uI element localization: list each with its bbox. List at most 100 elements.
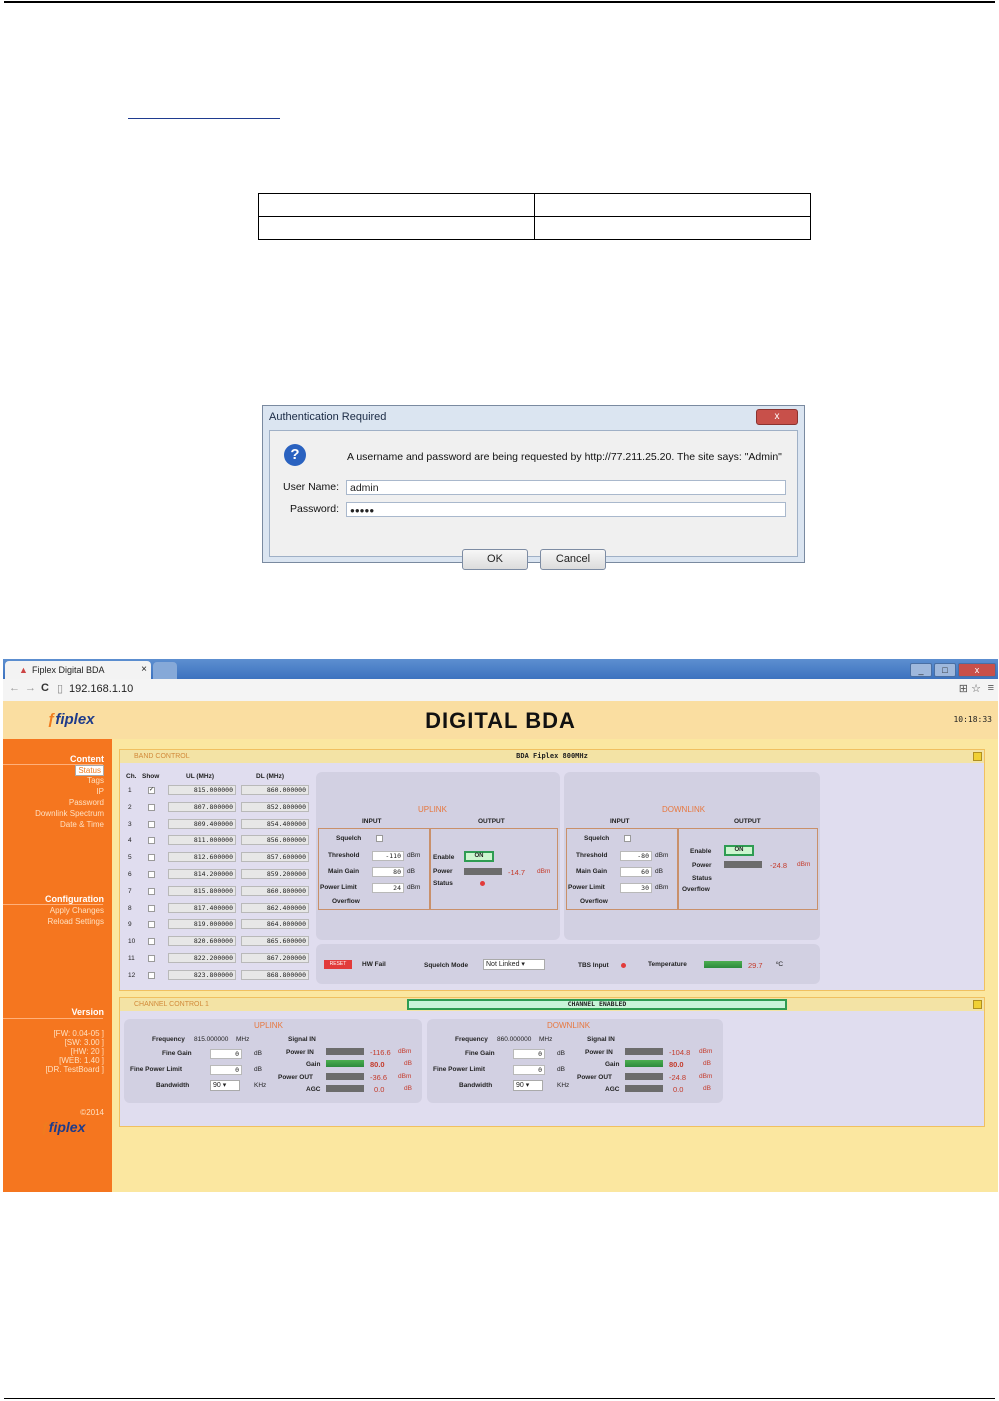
clock: 10:18:33 [953, 715, 992, 724]
translate-icon[interactable]: ⊞ [959, 682, 968, 695]
sidebar-item-reload-settings[interactable]: Reload Settings [48, 917, 104, 926]
squelch-mode-label: Squelch Mode [424, 962, 469, 969]
close-window-icon[interactable]: x [958, 663, 996, 677]
downlink-main-gain-unit: dB [655, 868, 663, 875]
channel-show-checkbox[interactable] [148, 955, 155, 962]
downlink-overflow-out-label: Overflow [682, 886, 710, 893]
reset-button[interactable]: RESET [324, 960, 352, 969]
reload-icon[interactable]: C [41, 682, 49, 694]
uplink-squelch-checkbox[interactable] [376, 835, 383, 842]
minimize-icon[interactable]: _ [910, 663, 932, 677]
channel-show-checkbox[interactable] [148, 921, 155, 929]
uplink-main-gain-input[interactable]: 80 [372, 867, 404, 877]
squelch-mode-select[interactable]: Not Linked ▾ [483, 959, 545, 970]
channel-show-checkbox[interactable] [148, 820, 155, 828]
username-field[interactable]: admin [346, 480, 786, 495]
sidebar-item-ip[interactable]: IP [96, 787, 104, 796]
channel-dl-freq[interactable]: 856.000000 [241, 835, 309, 846]
uplink-status-label: Status [433, 880, 453, 887]
dl-fine-power-limit-input[interactable]: 0 [513, 1065, 545, 1075]
channel-show-checkbox[interactable] [148, 938, 155, 946]
sidebar-item-downlink-spectrum[interactable]: Downlink Spectrum [35, 809, 104, 818]
channel-dl-freq[interactable]: 868.800000 [241, 969, 309, 980]
channel-show-checkbox[interactable] [148, 871, 155, 878]
ul-power-out-label: Power OUT [278, 1074, 314, 1081]
sidebar-item-password[interactable]: Password [69, 798, 104, 807]
channel-ul-freq[interactable]: 811.000000 [168, 835, 236, 846]
sidebar-item-date-time[interactable]: Date & Time [60, 820, 104, 829]
dl-bandwidth-select[interactable]: 90 ▾ [513, 1080, 543, 1091]
lock-icon[interactable] [973, 752, 982, 761]
sidebar-item-tags[interactable]: Tags [87, 776, 104, 785]
channel-ul-freq[interactable]: 809.400000 [168, 818, 236, 829]
ul-signal-in-label: Signal IN [288, 1036, 316, 1043]
channel-ul-freq[interactable]: 820.600000 [168, 936, 236, 947]
browser-tab[interactable]: ▲ Fiplex Digital BDA × [5, 661, 151, 679]
channel-row: 4 811.000000 856.000000 [120, 835, 316, 847]
channel-show-checkbox[interactable] [148, 904, 155, 912]
channel-dl-freq[interactable]: 860.800000 [241, 885, 309, 896]
sidebar-item-status[interactable]: Status [75, 765, 104, 776]
dialog-close-button[interactable]: x [756, 409, 798, 425]
channel-ul-freq[interactable]: 822.200000 [168, 953, 236, 963]
new-tab-button[interactable] [153, 662, 177, 679]
uplink-enable-button[interactable]: ON [464, 851, 494, 862]
ul-bandwidth-select[interactable]: 90 ▾ [210, 1080, 240, 1091]
downlink-main-gain-input[interactable]: 60 [620, 867, 652, 877]
uplink-threshold-input[interactable]: -110 [372, 851, 404, 861]
version-board: [DR. TestBoard ] [45, 1065, 104, 1074]
channel-dl-freq[interactable]: 860.000000 [241, 785, 309, 795]
channel-show-checkbox[interactable] [148, 854, 155, 862]
uplink-power-limit-input[interactable]: 24 [372, 883, 404, 893]
downlink-threshold-input[interactable]: -80 [620, 851, 652, 861]
band-control-title: BDA Fiplex 800MHz [516, 752, 588, 760]
channel-ul-freq[interactable]: 812.600000 [168, 852, 236, 863]
menu-icon[interactable]: ≡ [988, 682, 994, 694]
channel-dl-freq[interactable]: 854.400000 [241, 818, 309, 829]
forward-icon[interactable]: → [25, 682, 36, 694]
bda-page: ƒfiplex DIGITAL BDA 10:18:33 Content Sta… [3, 701, 998, 1192]
channel-dl-freq[interactable]: 852.800000 [241, 801, 309, 812]
channel-ul-freq[interactable]: 815.000000 [168, 785, 236, 795]
channel-ul-freq[interactable]: 814.200000 [168, 869, 236, 879]
channel-ul-freq[interactable]: 819.000000 [168, 919, 236, 930]
fiplex-logo-small: ƒfiplex [41, 1119, 86, 1135]
sidebar-item-apply-changes[interactable]: Apply Changes [50, 906, 104, 915]
channel-show-checkbox[interactable] [148, 803, 155, 811]
channel-ul-freq[interactable]: 823.800000 [168, 969, 236, 980]
dl-power-out-bar [625, 1073, 663, 1080]
dl-power-out-unit: dBm [699, 1073, 713, 1080]
channel-show-checkbox[interactable]: ✓ [148, 787, 155, 794]
lock-icon[interactable] [973, 1000, 982, 1009]
channel-dl-freq[interactable]: 864.000000 [241, 919, 309, 930]
channel-dl-freq[interactable]: 857.600000 [241, 852, 309, 863]
star-icon[interactable]: ☆ [971, 682, 981, 695]
downlink-squelch-checkbox[interactable] [624, 835, 631, 842]
downlink-power-limit-input[interactable]: 30 [620, 883, 652, 893]
ok-button[interactable]: OK [462, 549, 528, 570]
dl-fine-gain-input[interactable]: 0 [513, 1049, 545, 1059]
url-input[interactable]: 192.168.1.10 [69, 682, 949, 697]
back-icon[interactable]: ← [9, 682, 20, 694]
channel-dl-freq[interactable]: 865.600000 [241, 936, 309, 947]
channel-row: 3 809.400000 854.400000 [120, 818, 316, 831]
channel-ul-freq[interactable]: 817.400000 [168, 902, 236, 913]
tab-close-icon[interactable]: × [141, 661, 147, 679]
channel-show-checkbox[interactable] [148, 887, 155, 895]
dl-gain-bar [625, 1060, 663, 1067]
cancel-button[interactable]: Cancel [540, 549, 606, 570]
channel-ul-freq[interactable]: 815.800000 [168, 885, 236, 896]
channel-dl-freq[interactable]: 862.400000 [241, 902, 309, 913]
channel-show-checkbox[interactable] [148, 971, 155, 979]
channel-show-checkbox[interactable] [148, 837, 155, 845]
downlink-enable-button[interactable]: ON [724, 845, 754, 856]
ul-fine-power-limit-input[interactable]: 0 [210, 1065, 242, 1075]
channel-dl-freq[interactable]: 859.200000 [241, 869, 309, 879]
channel-ul-freq[interactable]: 807.800000 [168, 801, 236, 812]
ul-fine-gain-input[interactable]: 0 [210, 1049, 242, 1059]
maximize-icon[interactable]: □ [934, 663, 956, 677]
uplink-enable-label: Enable [433, 854, 455, 861]
ul-power-in-bar [326, 1048, 364, 1055]
channel-dl-freq[interactable]: 867.200000 [241, 953, 309, 963]
password-field[interactable]: ●●●●● [346, 502, 786, 517]
